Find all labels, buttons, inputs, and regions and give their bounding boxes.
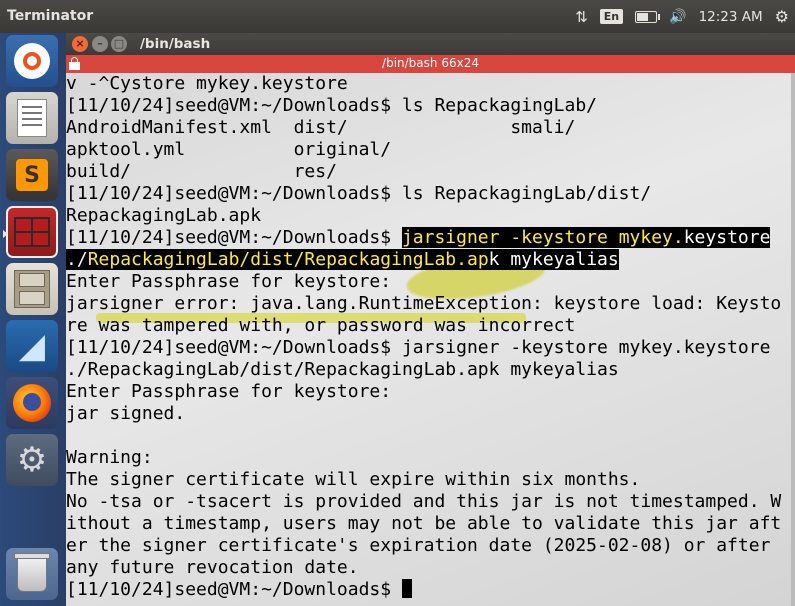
window-titlebar[interactable]: × – □ /bin/bash: [66, 33, 795, 55]
settings-wrench-gear-icon: ⚙: [16, 440, 48, 480]
system-tray: ⇅ En 🔊 12:23 AM ⚙: [575, 0, 795, 33]
terminal-line-highlighted-path: ./RepackagingLab/dist/RepackagingLab.apk…: [66, 249, 619, 271]
terminal-line: AndroidManifest.xml dist/ smali/: [66, 117, 576, 138]
terminal-titlebar[interactable]: /bin/bash 66x24: [66, 55, 795, 73]
minimize-window-button[interactable]: –: [92, 36, 108, 52]
firefox-icon: [13, 384, 51, 422]
launcher-text-editor[interactable]: [6, 92, 58, 144]
launcher-firefox[interactable]: [6, 377, 58, 429]
top-panel: Terminator ⇅ En 🔊 12:23 AM ⚙: [0, 0, 795, 33]
highlighted-command-part: keystore: [683, 227, 771, 248]
highlighted-command-part: jarsigner -keystore mykey.: [401, 227, 684, 248]
terminal-line: v -^Cystore mykey.keystore: [66, 73, 348, 94]
terminal-line: [11/10/24]seed@VM:~/Downloads$ ls Repack…: [66, 183, 652, 204]
terminal-line: build/ res/: [66, 161, 337, 182]
battery-level-fill: [637, 12, 648, 21]
terminal-line: No -tsa or -tsacert is provided and this…: [66, 491, 782, 512]
highlighted-path-part: k mykeyalias: [488, 249, 619, 270]
terminal-line-highlighted-command: [11/10/24]seed@VM:~/Downloads$ jarsigner…: [66, 227, 771, 249]
maximize-window-button[interactable]: □: [111, 36, 127, 52]
clock[interactable]: 12:23 AM: [699, 9, 763, 25]
trash-icon: [14, 553, 50, 592]
highlighted-path-part: ./: [66, 249, 88, 270]
close-window-button[interactable]: ×: [72, 36, 88, 52]
battery-icon[interactable]: [635, 10, 661, 23]
text-editor-icon: [17, 99, 47, 137]
network-arrows-icon[interactable]: ⇅: [575, 8, 588, 26]
volume-icon[interactable]: 🔊: [669, 9, 686, 25]
sublime-text-icon: S: [16, 159, 48, 191]
launcher-trash[interactable]: [6, 548, 58, 600]
system-settings-gear-icon[interactable]: ⚙: [775, 7, 789, 26]
terminal-line: er the signer certificate's expiration d…: [66, 535, 771, 556]
keyboard-language-indicator[interactable]: En: [599, 9, 624, 24]
prompt: [11/10/24]seed@VM:~/Downloads$: [66, 227, 402, 248]
active-app-title: Terminator: [7, 8, 94, 24]
terminal-line: [11/10/24]seed@VM:~/Downloads$ ls Repack…: [66, 95, 598, 116]
terminal-line: apktool.yml original/: [66, 139, 392, 160]
window-title: /bin/bash: [140, 36, 211, 52]
launcher-system-settings[interactable]: ⚙: [6, 434, 58, 486]
terminal-window: × – □ /bin/bash /bin/bash 66x24 v -^Cyst…: [66, 33, 795, 606]
prompt: [11/10/24]seed@VM:~/Downloads$: [66, 579, 402, 600]
launcher-dash-button[interactable]: [6, 35, 58, 87]
terminal-header-label: /bin/bash 66x24: [382, 56, 479, 70]
terminal-line: RepackagingLab.apk: [66, 205, 262, 226]
file-cabinet-icon: [14, 270, 50, 308]
ubuntu-logo-icon: [14, 43, 50, 79]
terminal-line: jarsigner error: java.lang.RuntimeExcept…: [66, 293, 782, 314]
running-indicator-icon: [3, 230, 8, 238]
terminal-line-final-prompt: [11/10/24]seed@VM:~/Downloads$: [66, 579, 412, 601]
launcher-wireshark[interactable]: ◢: [6, 320, 58, 372]
highlighted-path-part: RepackagingLab/dist/RepackagingLab.ap: [87, 249, 489, 270]
launcher-file-manager[interactable]: [6, 263, 58, 315]
wireshark-fin-icon: ◢: [18, 326, 46, 366]
terminal-line: Warning:: [66, 447, 153, 468]
terminal-line: The signer certificate will expire withi…: [66, 469, 641, 490]
terminal-line: [11/10/24]seed@VM:~/Downloads$ jarsigner…: [66, 337, 771, 358]
launcher-terminator[interactable]: [3, 206, 58, 258]
launcher-sublime-text[interactable]: S: [6, 149, 58, 201]
unity-launcher: S ◢ ⚙: [0, 33, 67, 606]
terminal-line: Enter Passphrase for keystore:: [66, 381, 392, 402]
terminal-line: Enter Passphrase for keystore:: [66, 271, 392, 292]
terminal-scrollbar[interactable]: [791, 73, 795, 606]
terminator-icon: [14, 217, 50, 247]
terminal-line: ./RepackagingLab/dist/RepackagingLab.apk…: [66, 359, 619, 380]
terminal-output[interactable]: v -^Cystore mykey.keystore [11/10/24]see…: [66, 73, 795, 606]
terminal-line: re was tampered with, or password was in…: [66, 315, 576, 336]
terminal-line: ithout a timestamp, users may not be abl…: [66, 513, 782, 534]
terminal-line: any future revocation date.: [66, 557, 359, 578]
text-cursor: [401, 579, 412, 598]
terminal-line: jar signed.: [66, 403, 186, 424]
